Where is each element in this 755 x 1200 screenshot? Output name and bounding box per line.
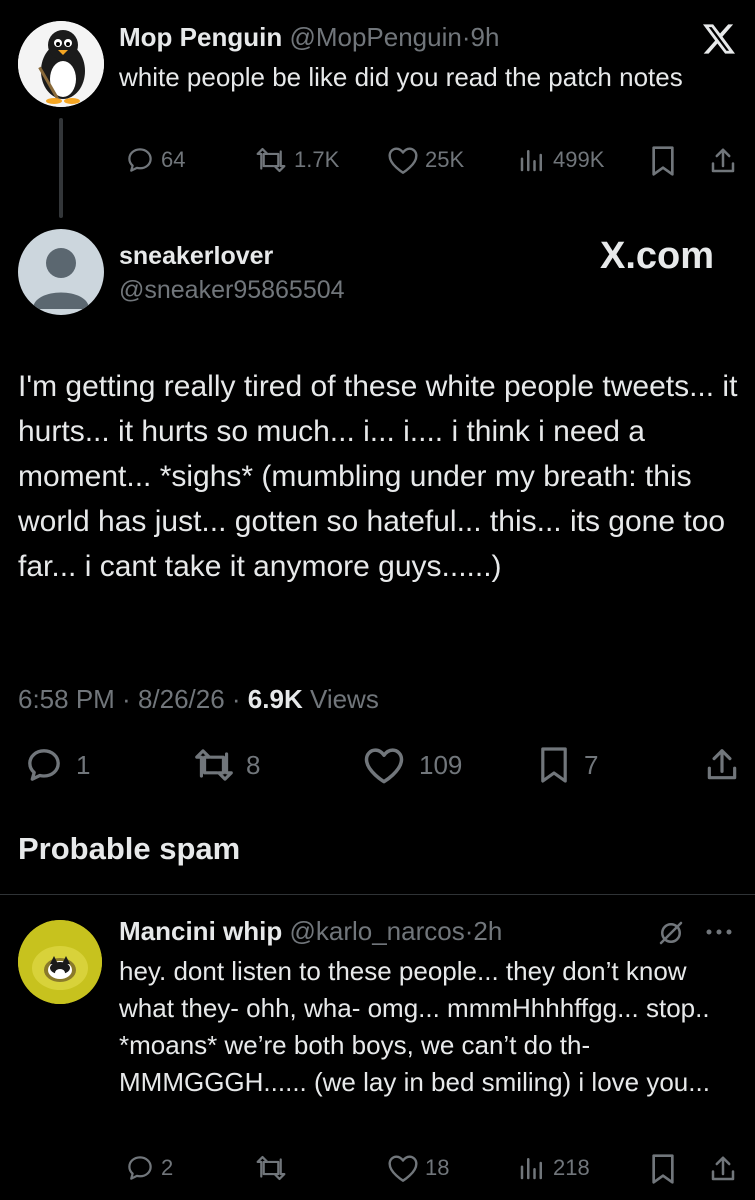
reply-icon [24,745,64,785]
views-button[interactable]: 218 [511,1153,590,1183]
views-count: 6.9K [247,684,303,714]
views-button[interactable]: 499K [511,145,604,175]
heart-icon [363,745,405,785]
avatar-mop-penguin[interactable] [18,21,104,107]
tweet-time[interactable]: 2h [473,916,502,946]
avatar-mancini-whip[interactable] [18,920,102,1004]
avatar-default[interactable] [18,229,104,315]
author-handle[interactable]: @MopPenguin [289,22,461,52]
views-count: 499K [553,147,605,172]
bookmark-icon [649,145,677,177]
tweet-time[interactable]: 6:58 PM [18,684,115,714]
heart-icon [387,145,419,175]
share-button[interactable] [697,744,741,786]
retweet-icon [254,1153,288,1183]
reply-icon [125,1153,155,1183]
more-options-icon[interactable] [704,922,734,947]
like-button[interactable]: 25K [381,145,464,175]
heart-icon [387,1153,419,1183]
bookmark-count: 7 [584,749,599,780]
x-logo-icon [703,24,735,59]
views-count: 218 [553,1155,590,1180]
bookmark-button[interactable]: 7 [532,745,598,785]
views-label: Views [309,684,379,714]
share-icon [708,145,738,177]
reply-text: hey. dont listen to these people... they… [119,956,710,1097]
thread-connector-line [59,118,63,218]
retweet-count: 8 [246,749,261,780]
like-count: 109 [419,749,463,780]
section-header: Probable spam [18,831,241,866]
bookmark-icon [538,745,570,785]
divider [0,894,755,895]
author-handle[interactable]: @sneaker95865504 [119,274,345,306]
reply-count: 64 [161,147,186,172]
reply-header: Mancini whip @karlo_narcos·2h [119,914,502,948]
reply-count: 2 [161,1155,174,1180]
views-chart-icon [517,145,547,175]
reply-count: 1 [76,749,91,780]
bookmark-icon [649,1153,677,1185]
share-button[interactable] [702,145,738,177]
author-handle[interactable]: @karlo_narcos [289,916,464,946]
share-icon [708,1153,738,1185]
reply-button[interactable]: 1 [18,745,90,785]
retweet-button[interactable]: 1.7K [248,145,339,175]
reply-button[interactable]: 2 [119,1153,173,1183]
tweet-date[interactable]: 8/26/26 [138,684,225,714]
bookmark-button[interactable] [643,145,677,177]
reply-icon [125,145,155,175]
bookmark-button[interactable] [643,1153,677,1185]
retweet-icon [254,145,288,175]
tweet-meta: 6:58 PM · 8/26/26 · 6.9K Views [18,684,379,714]
views-chart-icon [517,1153,547,1183]
author-name[interactable]: Mancini whip [119,916,282,946]
brand-watermark: X.com [600,235,715,277]
author-name[interactable]: Mop Penguin [119,22,282,52]
separator-dot: · [461,22,471,52]
like-button[interactable]: 109 [357,745,462,785]
default-avatar-icon [33,248,89,309]
main-tweet-text: I'm getting really tired of these white … [18,370,738,583]
like-count: 18 [425,1155,450,1180]
share-icon [703,744,741,786]
penguin-avatar-image [18,21,104,107]
like-button[interactable]: 18 [381,1153,449,1183]
cat-avatar-image [18,920,102,1004]
tweet-time[interactable]: 9h [471,22,500,52]
like-count: 25K [425,147,465,172]
retweet-button[interactable]: 8 [186,745,260,785]
reply-button[interactable]: 64 [119,145,185,175]
retweet-button[interactable] [248,1153,288,1183]
retweet-count: 1.7K [294,147,340,172]
share-button[interactable] [702,1153,738,1185]
grok-icon[interactable] [656,918,686,953]
tweet1-header: Mop Penguin @MopPenguin·9h [119,20,499,54]
tweet1-text: white people be like did you read the pa… [119,62,683,92]
author-name[interactable]: sneakerlover [119,240,273,272]
retweet-icon [192,745,236,785]
